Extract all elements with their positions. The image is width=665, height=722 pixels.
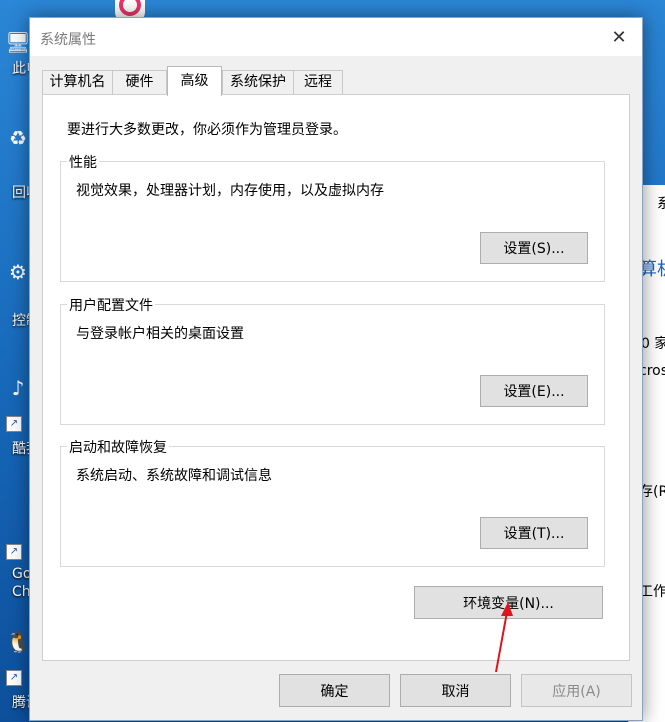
group-title: 用户配置文件 (67, 295, 155, 315)
group-title: 性能 (67, 152, 99, 172)
group-title: 启动和故障恢复 (67, 437, 169, 457)
tab-computer-name[interactable]: 计算机名 (42, 70, 113, 94)
music-icon: ♪ (11, 376, 25, 400)
user-profiles-settings-button[interactable]: 设置(E)... (480, 375, 588, 407)
app-ring-icon (119, 0, 141, 16)
tab-remote[interactable]: 远程 (293, 70, 343, 94)
tab-advanced[interactable]: 高级 (167, 66, 222, 96)
qq-penguin-icon: 🐧 (5, 630, 31, 654)
group-description: 视觉效果，处理器计划，内存使用，以及虚拟内存 (76, 183, 384, 199)
group-description: 系统启动、系统故障和调试信息 (76, 468, 272, 484)
close-icon: ✕ (611, 26, 627, 48)
environment-variables-button[interactable]: 环境变量(N)... (414, 586, 603, 619)
shortcut-arrow-icon: ↗ (6, 670, 22, 686)
startup-recovery-group: 启动和故障恢复 系统启动、系统故障和调试信息 设置(T)... (60, 437, 605, 567)
computer-icon: 🖥 (5, 30, 31, 54)
chrome-icon: ◉ (4, 504, 32, 532)
group-description: 与登录帐户相关的桌面设置 (76, 326, 244, 342)
user-profiles-group: 用户配置文件 与登录帐户相关的桌面设置 设置(E)... (60, 295, 605, 425)
performance-group: 性能 视觉效果，处理器计划，内存使用，以及虚拟内存 设置(S)... (60, 152, 605, 282)
bg-text: 系 (657, 196, 665, 212)
cancel-button[interactable]: 取消 (400, 674, 511, 707)
shortcut-arrow-icon: ↗ (6, 544, 22, 560)
close-button[interactable]: ✕ (596, 18, 642, 56)
control-panel-icon: ⚙ (9, 260, 27, 284)
advanced-tab-panel: 要进行大多数更改，你必须作为管理员登录。 性能 视觉效果，处理器计划，内存使用，… (42, 94, 630, 661)
bg-text: 0 家 (641, 336, 665, 352)
performance-settings-button[interactable]: 设置(S)... (480, 232, 588, 264)
system-properties-dialog: 系统属性 ✕ 计算机名 硬件 高级 系统保护 远程 要进行大多数更改，你必须作为… (29, 17, 643, 721)
dialog-title: 系统属性 (40, 32, 96, 48)
recycle-bin-icon: ♻ (9, 126, 27, 150)
tab-system-protection[interactable]: 系统保护 (222, 70, 294, 94)
title-bar[interactable]: 系统属性 ✕ (30, 18, 642, 56)
ok-button[interactable]: 确定 (279, 674, 390, 707)
tab-hardware[interactable]: 硬件 (112, 70, 167, 94)
shortcut-arrow-icon: ↗ (6, 416, 22, 432)
startup-recovery-settings-button[interactable]: 设置(T)... (480, 517, 588, 549)
apply-button[interactable]: 应用(A) (521, 674, 632, 707)
admin-notice: 要进行大多数更改，你必须作为管理员登录。 (67, 122, 347, 138)
